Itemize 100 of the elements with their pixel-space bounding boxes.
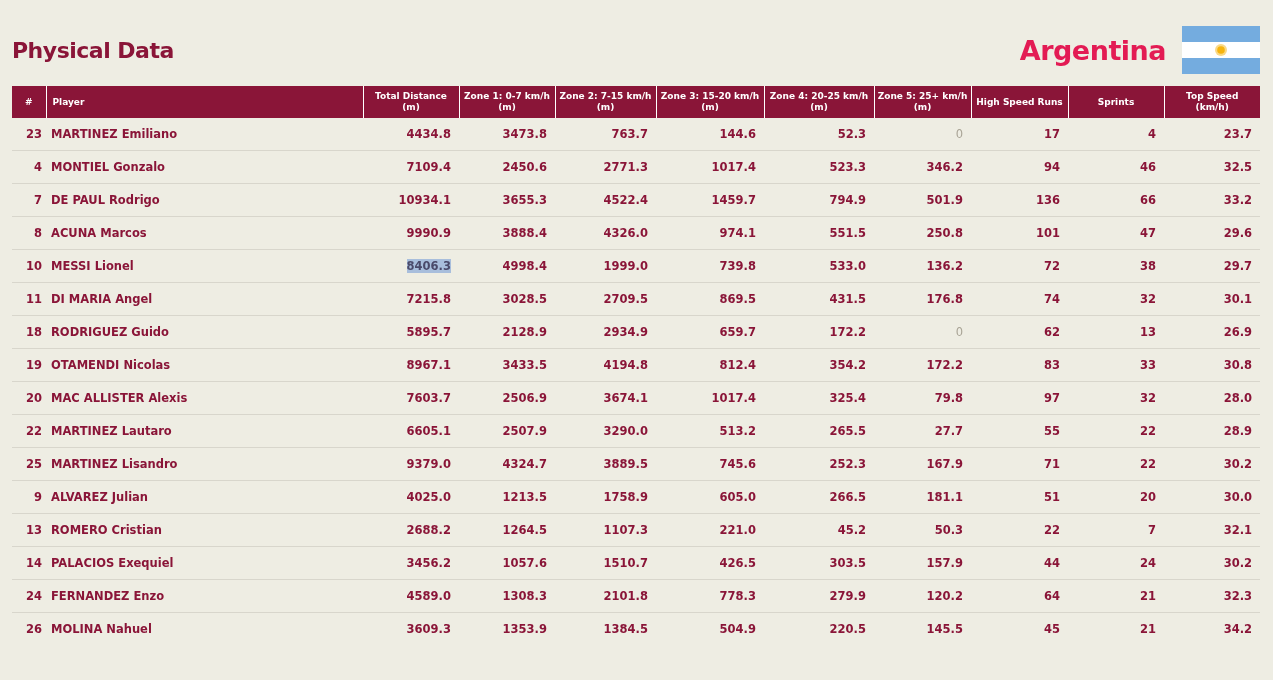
stat-value: 24 — [1140, 556, 1156, 570]
stat-value: 974.1 — [719, 226, 756, 240]
stat-value: 7 — [1148, 523, 1156, 537]
stat-value: 7215.8 — [406, 292, 451, 306]
stat-value: 22 — [1140, 424, 1156, 438]
stat-value: 145.5 — [926, 622, 963, 636]
stat-value: 30.2 — [1223, 457, 1252, 471]
stat-value: 17 — [1044, 127, 1060, 141]
stat-value: 1510.7 — [603, 556, 648, 570]
stat-value: 32 — [1140, 391, 1156, 405]
stat-value: 1999.0 — [603, 259, 648, 273]
stat-value: 0 — [955, 127, 963, 141]
player-name: MOLINA Nahuel — [51, 622, 152, 636]
stat-value: 9990.9 — [406, 226, 451, 240]
stat-value: 97 — [1044, 391, 1060, 405]
shirt-number: 26 — [26, 622, 42, 636]
stat-value: 30.1 — [1223, 292, 1252, 306]
stat-value: 3888.4 — [502, 226, 547, 240]
stat-value: 2128.9 — [502, 325, 547, 339]
stat-value: 144.6 — [719, 127, 756, 141]
stat-value: 1384.5 — [603, 622, 648, 636]
stat-value: 0 — [955, 325, 963, 339]
player-name: PALACIOS Exequiel — [51, 556, 174, 570]
shirt-number: 4 — [34, 160, 42, 174]
column-header: Zone 1: 0-7 km/h (m) — [459, 86, 555, 118]
player-name: RODRIGUEZ Guido — [51, 325, 169, 339]
stat-value: 4025.0 — [406, 490, 451, 504]
stat-value: 605.0 — [719, 490, 756, 504]
stat-value: 745.6 — [719, 457, 756, 471]
column-header: Top Speed (km/h) — [1164, 86, 1260, 118]
stat-value: 2688.2 — [406, 523, 451, 537]
stat-value: 346.2 — [926, 160, 963, 174]
stat-value: 5895.7 — [406, 325, 451, 339]
stat-value: 266.5 — [829, 490, 866, 504]
stat-value: 72 — [1044, 259, 1060, 273]
stat-value: 30.0 — [1223, 490, 1252, 504]
stat-value: 28.0 — [1223, 391, 1252, 405]
shirt-number: 14 — [26, 556, 42, 570]
shirt-number: 20 — [26, 391, 42, 405]
stat-value: 29.6 — [1223, 226, 1252, 240]
stat-value: 32.5 — [1223, 160, 1252, 174]
stat-value: 136.2 — [926, 259, 963, 273]
stat-value: 252.3 — [829, 457, 866, 471]
stat-value: 71 — [1044, 457, 1060, 471]
column-header: Zone 2: 7-15 km/h (m) — [555, 86, 656, 118]
stat-value: 513.2 — [719, 424, 756, 438]
stat-value: 3674.1 — [603, 391, 648, 405]
stat-value: 176.8 — [926, 292, 963, 306]
stat-value: 79.8 — [934, 391, 963, 405]
shirt-number: 22 — [26, 424, 42, 438]
stat-value: 64 — [1044, 589, 1060, 603]
stat-value: 220.5 — [829, 622, 866, 636]
stat-value: 27.7 — [934, 424, 963, 438]
stat-value: 33.2 — [1223, 193, 1252, 207]
stat-value: 2709.5 — [603, 292, 648, 306]
stat-value: 279.9 — [829, 589, 866, 603]
stat-value: 1213.5 — [502, 490, 547, 504]
stat-value: 1459.7 — [711, 193, 756, 207]
stat-value: 3655.3 — [502, 193, 547, 207]
stat-value: 4194.8 — [603, 358, 648, 372]
stat-value: 47 — [1140, 226, 1156, 240]
player-name: DE PAUL Rodrigo — [51, 193, 160, 207]
stat-value: 3889.5 — [603, 457, 648, 471]
player-name: MARTINEZ Lautaro — [51, 424, 172, 438]
stat-value: 8967.1 — [406, 358, 451, 372]
stat-value: 431.5 — [829, 292, 866, 306]
column-header: Zone 4: 20-25 km/h (m) — [764, 86, 874, 118]
stat-value: 83 — [1044, 358, 1060, 372]
stat-value: 354.2 — [829, 358, 866, 372]
stat-value: 426.5 — [719, 556, 756, 570]
stat-value: 7603.7 — [406, 391, 451, 405]
shirt-number: 23 — [26, 127, 42, 141]
stat-value: 3473.8 — [502, 127, 547, 141]
shirt-number: 19 — [26, 358, 42, 372]
stat-value: 62 — [1044, 325, 1060, 339]
stat-value: 3609.3 — [406, 622, 451, 636]
stat-value: 9379.0 — [406, 457, 451, 471]
shirt-number: 8 — [34, 226, 42, 240]
player-name: FERNANDEZ Enzo — [51, 589, 165, 603]
stat-value: 51 — [1044, 490, 1060, 504]
player-name: DI MARIA Angel — [51, 292, 153, 306]
stat-value: 33 — [1140, 358, 1156, 372]
stat-value: 2934.9 — [603, 325, 648, 339]
stat-value: 739.8 — [719, 259, 756, 273]
stat-value: 172.2 — [829, 325, 866, 339]
column-header: Zone 5: 25+ km/h (m) — [874, 86, 971, 118]
stat-value: 504.9 — [719, 622, 756, 636]
stat-value: 55 — [1044, 424, 1060, 438]
stat-value: 22 — [1140, 457, 1156, 471]
stat-value: 523.3 — [829, 160, 866, 174]
player-name: MARTINEZ Emiliano — [51, 127, 178, 141]
stat-value: 533.0 — [829, 259, 866, 273]
stat-value: 4 — [1148, 127, 1156, 141]
stat-value: 1107.3 — [603, 523, 648, 537]
shirt-number: 13 — [26, 523, 42, 537]
stat-value: 29.7 — [1223, 259, 1252, 273]
shirt-number: 25 — [26, 457, 42, 471]
page-title: Physical Data — [12, 37, 174, 63]
stat-value: 325.4 — [829, 391, 866, 405]
stat-value: 2101.8 — [603, 589, 648, 603]
